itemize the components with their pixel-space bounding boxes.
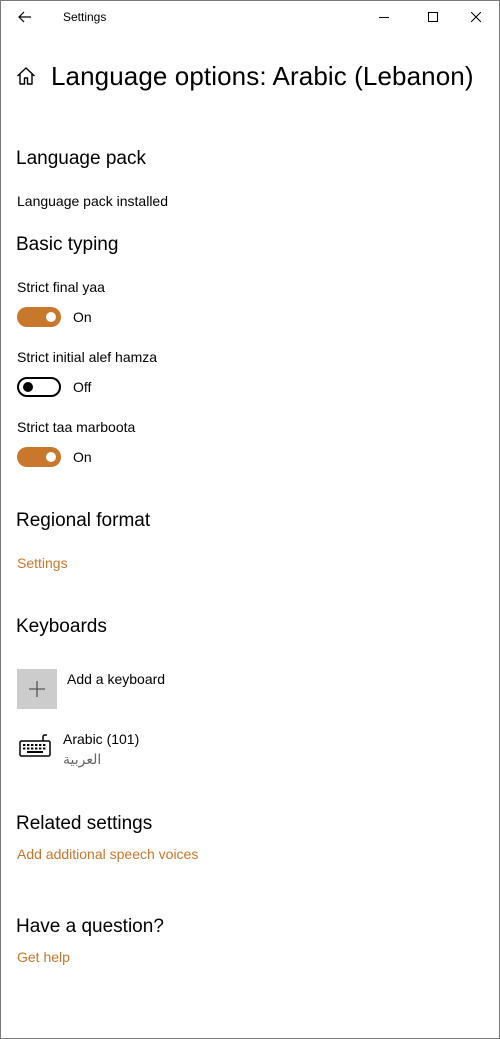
language-pack-status: Language pack installed: [17, 193, 169, 209]
keyboard-icon: [19, 734, 51, 757]
title-bar: Settings: [1, 1, 499, 33]
strict-taa-marboota-label: Strict taa marboota: [17, 419, 136, 435]
help-heading: Have a question?: [16, 916, 164, 937]
strict-initial-alef-hamza-state: Off: [73, 379, 92, 395]
strict-taa-marboota-toggle[interactable]: [17, 447, 61, 467]
keyboard-item-native-name: العربية: [63, 751, 102, 767]
toggle-knob: [23, 382, 33, 392]
home-icon: [17, 67, 35, 85]
strict-initial-alef-hamza-toggle[interactable]: [17, 377, 61, 397]
home-button[interactable]: [16, 65, 38, 87]
basic-typing-heading: Basic typing: [16, 234, 119, 255]
app-title: Settings: [63, 10, 107, 24]
back-button[interactable]: [11, 1, 39, 33]
page-title: Language options: Arabic (Lebanon): [51, 60, 474, 91]
minimize-button[interactable]: [361, 1, 407, 33]
plus-icon: [29, 681, 45, 697]
close-button[interactable]: [453, 1, 499, 33]
maximize-button[interactable]: [410, 1, 456, 33]
language-pack-heading: Language pack: [16, 148, 146, 169]
add-keyboard-button[interactable]: [17, 669, 57, 709]
keyboard-item-arabic-101[interactable]: Arabic (101): [63, 731, 139, 747]
maximize-icon: [428, 12, 438, 22]
close-icon: [471, 12, 481, 22]
page-header: Language options: Arabic (Lebanon): [16, 56, 474, 96]
strict-final-yaa-toggle[interactable]: [17, 307, 61, 327]
minimize-icon: [379, 17, 389, 18]
regional-format-heading: Regional format: [16, 510, 151, 531]
regional-format-settings-link[interactable]: Settings: [17, 555, 68, 571]
add-keyboard-label[interactable]: Add a keyboard: [67, 671, 165, 687]
keyboards-heading: Keyboards: [16, 616, 107, 637]
related-settings-heading: Related settings: [16, 813, 153, 834]
strict-final-yaa-state: On: [73, 309, 92, 325]
toggle-knob: [46, 452, 56, 462]
get-help-link[interactable]: Get help: [17, 949, 70, 965]
back-arrow-icon: [18, 11, 31, 23]
strict-initial-alef-hamza-label: Strict initial alef hamza: [17, 349, 158, 365]
strict-final-yaa-label: Strict final yaa: [17, 279, 105, 295]
toggle-knob: [46, 312, 56, 322]
strict-taa-marboota-state: On: [73, 449, 92, 465]
add-speech-voices-link[interactable]: Add additional speech voices: [17, 846, 198, 862]
